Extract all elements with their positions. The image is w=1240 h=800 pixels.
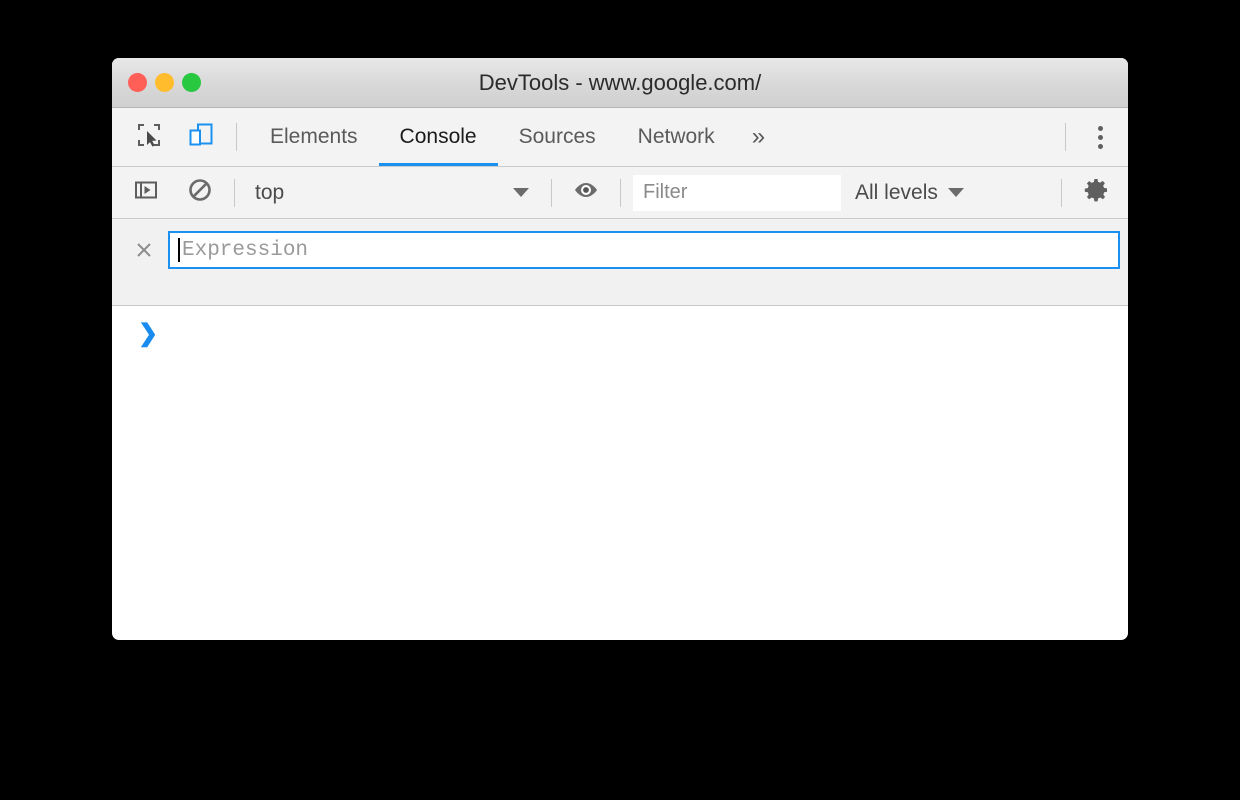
devtools-window: DevTools - www.google.com/ Elements Cons… [112, 58, 1128, 640]
console-toolbar: top All levels [112, 167, 1128, 219]
console-settings-button[interactable] [1074, 171, 1118, 215]
tab-elements-label: Elements [270, 125, 358, 148]
more-options-icon-dot [1097, 143, 1103, 149]
tabbar-right-group [1053, 115, 1128, 159]
tab-elements[interactable]: Elements [249, 108, 379, 166]
inspect-element-icon [136, 122, 162, 153]
tab-sources-label: Sources [518, 125, 596, 148]
console-toolbar-divider [234, 178, 235, 207]
live-expression-input-wrapper[interactable] [168, 231, 1120, 269]
more-options-icon-dot [1097, 134, 1103, 140]
context-divider [551, 178, 552, 207]
settings-gear-icon [1082, 176, 1110, 209]
chevron-down-icon [947, 188, 964, 197]
console-sidebar-toggle-button[interactable] [124, 171, 168, 215]
remove-live-expression-button[interactable] [130, 236, 158, 264]
console-sidebar-icon [133, 177, 159, 208]
live-expression-input[interactable] [180, 233, 1118, 267]
tab-sources[interactable]: Sources [498, 108, 617, 166]
console-prompt-chevron-icon: ❯ [138, 320, 159, 347]
clear-console-button[interactable] [178, 171, 222, 215]
live-expression-eye-icon [572, 177, 600, 208]
log-levels-selector[interactable]: All levels [841, 173, 978, 213]
tab-console-label: Console [399, 125, 477, 148]
live-expression-row [112, 231, 1128, 269]
chevron-down-icon [513, 188, 529, 197]
console-message-area[interactable]: ❯ [112, 306, 1128, 624]
device-toolbar-icon [188, 122, 214, 153]
title-bar: DevTools - www.google.com/ [112, 58, 1128, 108]
more-options-icon [1097, 125, 1103, 131]
tabbar-divider [236, 123, 237, 151]
devtools-tab-bar: Elements Console Sources Network » [112, 108, 1128, 167]
javascript-context-label: top [255, 180, 285, 204]
customize-devtools-button[interactable] [1078, 115, 1122, 159]
javascript-context-selector[interactable]: top [247, 173, 539, 213]
live-expression-area [112, 219, 1128, 306]
console-filter-input[interactable] [633, 174, 841, 211]
more-tabs-button[interactable]: » [736, 108, 781, 166]
clear-console-icon [187, 177, 213, 208]
tab-network-label: Network [637, 125, 715, 148]
create-live-expression-button[interactable] [564, 171, 608, 215]
console-toolbar-right-group [1049, 171, 1128, 215]
window-title: DevTools - www.google.com/ [478, 70, 762, 95]
console-prompt-row[interactable]: ❯ [112, 306, 1128, 346]
tabbar-right-divider [1065, 123, 1066, 151]
close-icon [137, 243, 151, 257]
double-chevron-right-icon: » [751, 123, 766, 150]
settings-divider [1061, 178, 1062, 207]
inspect-element-button[interactable] [126, 114, 172, 160]
tab-network[interactable]: Network [617, 108, 736, 166]
tab-console[interactable]: Console [378, 108, 498, 166]
eye-divider [620, 178, 621, 207]
log-levels-label: All levels [855, 180, 938, 204]
toggle-device-toolbar-button[interactable] [178, 114, 224, 160]
